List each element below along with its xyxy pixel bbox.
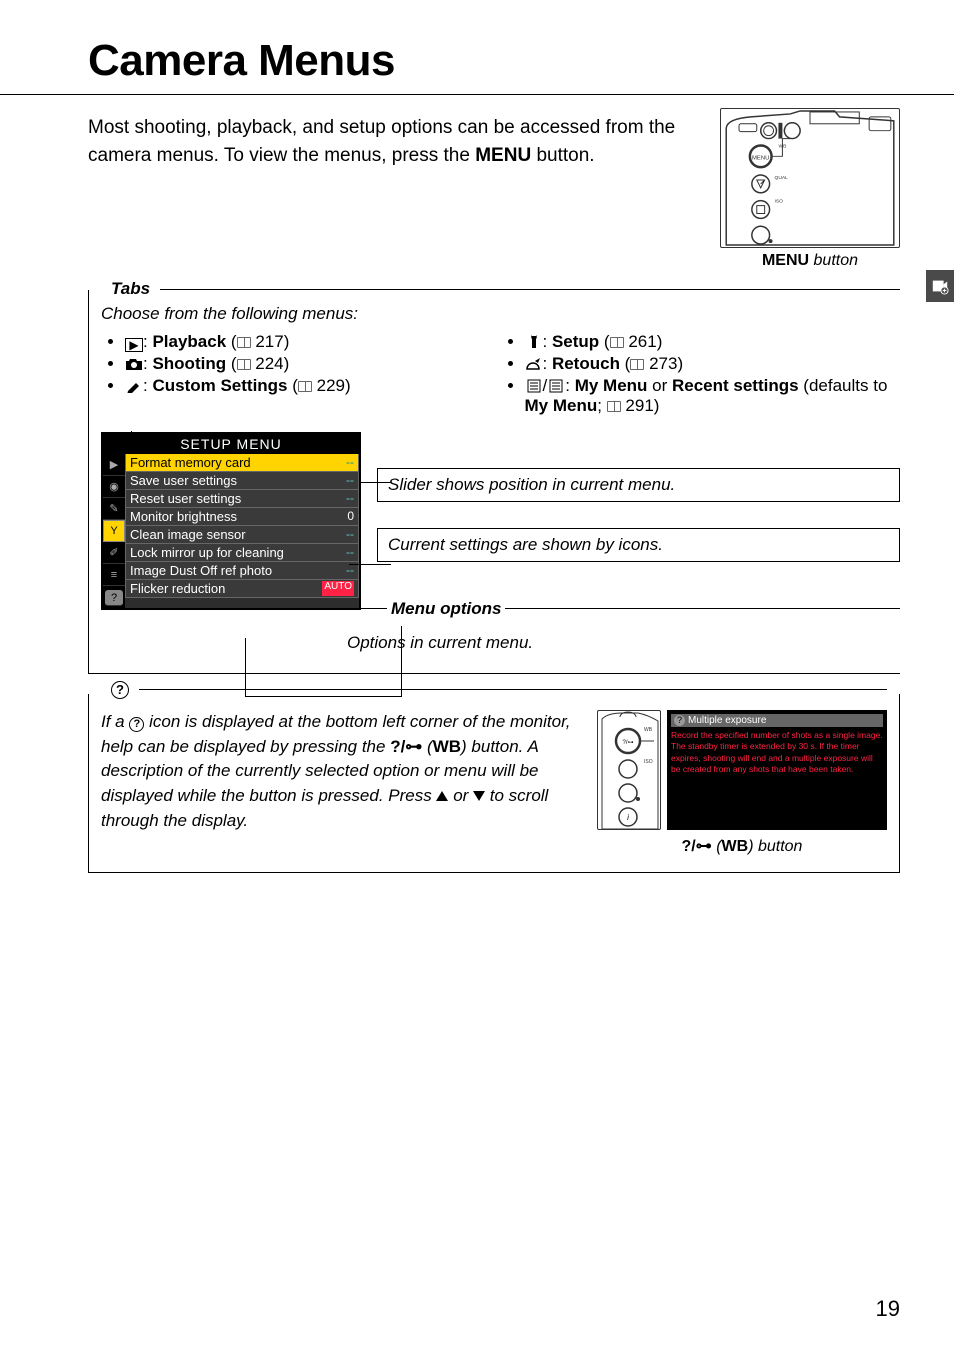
menu-item-retouch: : Retouch ( 273)	[525, 354, 901, 374]
tab-retouch-icon: ✐	[103, 542, 125, 564]
setup-menu-items: Format memory card--Save user settings--…	[125, 454, 359, 608]
retouch-icon	[525, 357, 543, 371]
page-title: Camera Menus	[88, 36, 900, 86]
playback-icon: ▶	[125, 338, 143, 352]
menu-list-left: ▶: Playback ( 217) : Shooting ( 224) : C…	[125, 332, 501, 396]
setup-menu-item: Lock mirror up for cleaning--	[125, 544, 359, 562]
setup-menu-item: Monitor brightness0	[125, 508, 359, 526]
setup-menu-tabs: ▶ ◉ ✎ Y ✐ ≡ ?	[103, 454, 125, 608]
camera-back-illustration: MENU WB QUAL ISO	[720, 108, 900, 248]
svg-text:QUAL: QUAL	[775, 175, 789, 181]
menu-list-right: : Setup ( 261) : Retouch ( 273) /: My Me…	[525, 332, 901, 416]
tab-help-icon: ?	[105, 590, 123, 606]
menu-item-custom-settings: : Custom Settings ( 229)	[125, 376, 501, 396]
camera-buttons-illustration: WB ?/⊶ ISO i	[597, 710, 661, 830]
menu-button-caption: MENU button	[720, 252, 900, 270]
annotation-icons: Current settings are shown by icons.	[377, 528, 900, 562]
menu-item-my-menu: /: My Menu or Recent settings (defaults …	[525, 376, 901, 416]
setup-menu-item: Save user settings--	[125, 472, 359, 490]
help-button-caption: ?/⊶ (WB) button	[597, 836, 887, 856]
page-ref-icon	[630, 359, 644, 370]
page-ref-icon	[237, 359, 251, 370]
setup-menu-item: Reset user settings--	[125, 490, 359, 508]
setup-menu-item: Image Dust Off ref photo--	[125, 562, 359, 580]
intro-suffix: button.	[531, 145, 594, 166]
help-icon: ?	[129, 717, 144, 732]
up-arrow-icon	[436, 791, 448, 801]
wrench-icon	[525, 334, 543, 348]
camera-icon	[125, 357, 143, 371]
page-ref-icon	[237, 337, 251, 348]
tab-custom-icon: ✎	[103, 498, 125, 520]
setup-menu-screenshot: SETUP MENU ▶ ◉ ✎ Y ✐ ≡ ? Format memory c…	[101, 432, 361, 610]
section-side-tab-icon	[926, 270, 954, 302]
setup-menu-item: Flicker reductionAUTO	[125, 580, 359, 598]
svg-text:WB: WB	[644, 727, 653, 733]
pencil-icon	[125, 379, 143, 393]
page-ref-icon	[298, 381, 312, 392]
svg-text:ISO: ISO	[775, 199, 784, 205]
annotation-menu-options-desc: Options in current menu.	[347, 629, 900, 653]
tabs-heading: Tabs	[107, 279, 154, 299]
svg-text:WB: WB	[778, 143, 787, 149]
tab-shooting-icon: ◉	[103, 476, 125, 498]
tab-setup-icon: Y	[103, 520, 125, 542]
tab-playback-icon: ▶	[103, 454, 125, 476]
menu-item-setup: : Setup ( 261)	[525, 332, 901, 352]
setup-menu-item: Format memory card--	[125, 454, 359, 472]
page-ref-icon	[610, 337, 624, 348]
annotation-slider: Slider shows position in current menu.	[377, 468, 900, 502]
recent-icon	[547, 379, 565, 393]
setup-menu-item: Clean image sensor--	[125, 526, 359, 544]
svg-text:ISO: ISO	[644, 759, 653, 765]
help-popup-illustration: Multiple exposure Record the specified n…	[667, 710, 887, 830]
intro-paragraph: Most shooting, playback, and setup optio…	[88, 114, 690, 169]
page-number: 19	[876, 1296, 900, 1322]
help-popup-body: Record the specified number of shots as …	[671, 730, 883, 776]
page-ref-icon	[607, 401, 621, 412]
menu-item-shooting: : Shooting ( 224)	[125, 354, 501, 374]
help-popup-title: Multiple exposure	[671, 714, 883, 727]
down-arrow-icon	[473, 791, 485, 801]
help-description: If a ? icon is displayed at the bottom l…	[101, 710, 581, 856]
svg-text:?/⊶: ?/⊶	[622, 740, 633, 746]
menu-button-label: MENU	[475, 145, 531, 166]
setup-menu-title: SETUP MENU	[103, 434, 359, 454]
help-heading-icon: ?	[107, 679, 133, 699]
annotation-menu-options-label: Menu options	[377, 588, 900, 608]
tabs-description: Choose from the following menus:	[101, 304, 900, 324]
menu-item-playback: ▶: Playback ( 217)	[125, 332, 501, 352]
svg-text:i: i	[627, 813, 629, 822]
tab-mymenu-icon: ≡	[103, 564, 125, 586]
my-menu-icon	[525, 379, 543, 393]
svg-text:MENU: MENU	[752, 155, 769, 161]
